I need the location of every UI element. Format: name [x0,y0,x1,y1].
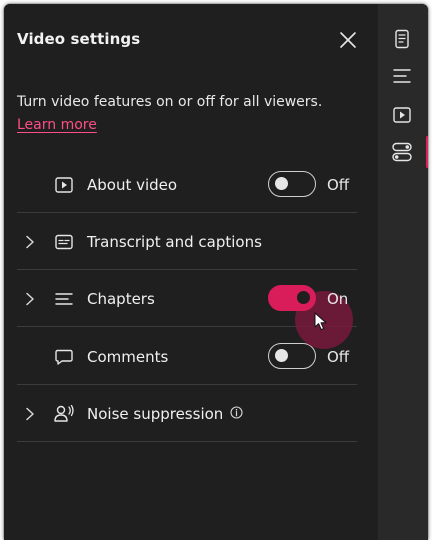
video-settings-window: Video settings Turn video features on or… [4,4,428,540]
row-label: About video [87,176,178,194]
toggle-knob [297,291,310,304]
learn-more-link[interactable]: Learn more [17,117,97,133]
row-label: Transcript and captions [87,233,262,251]
rail-play-button[interactable] [389,102,415,128]
close-button[interactable] [336,28,360,52]
mouse-cursor-icon [314,312,327,331]
toggle-knob [275,349,288,362]
list-icon [393,69,411,83]
play-box-icon [53,174,75,196]
comment-icon [53,346,75,368]
row-noise-suppression[interactable]: Noise suppression [17,386,357,442]
noise-suppression-icon [53,403,75,425]
row-about-video: About video Off [17,157,357,213]
toggles-icon [392,142,412,162]
row-transcript-captions[interactable]: Transcript and captions [17,214,357,270]
toggle-knob [275,177,288,190]
chapters-toggle[interactable] [268,285,316,311]
toggle-state-label: Off [327,176,350,194]
toggle-state-label: Off [327,348,350,366]
right-side-rail [378,4,428,540]
panel-description: Turn video features on or off for all vi… [17,91,362,137]
rail-settings-toggles-button[interactable] [389,139,415,165]
rail-active-indicator [426,136,428,168]
row-label: Comments [87,348,169,366]
noise-suppression-label: Noise suppression [87,405,224,423]
captions-icon [53,231,75,253]
comments-toggle[interactable] [268,343,316,369]
panel-title: Video settings [17,30,141,48]
chapters-toggle-area: On [17,271,357,327]
close-icon [340,32,356,48]
info-icon[interactable] [230,406,243,419]
chevron-right-icon[interactable] [23,232,37,252]
row-label: Noise suppression [87,404,243,424]
play-box-icon [393,107,411,123]
rail-list-button[interactable] [389,63,415,89]
document-icon [395,29,409,49]
toggle-state-label: On [327,290,349,308]
rail-document-button[interactable] [389,26,415,52]
description-text: Turn video features on or off for all vi… [17,94,323,110]
about-video-toggle[interactable] [268,171,316,197]
chevron-right-icon[interactable] [23,404,37,424]
video-settings-panel: Video settings Turn video features on or… [4,4,378,540]
